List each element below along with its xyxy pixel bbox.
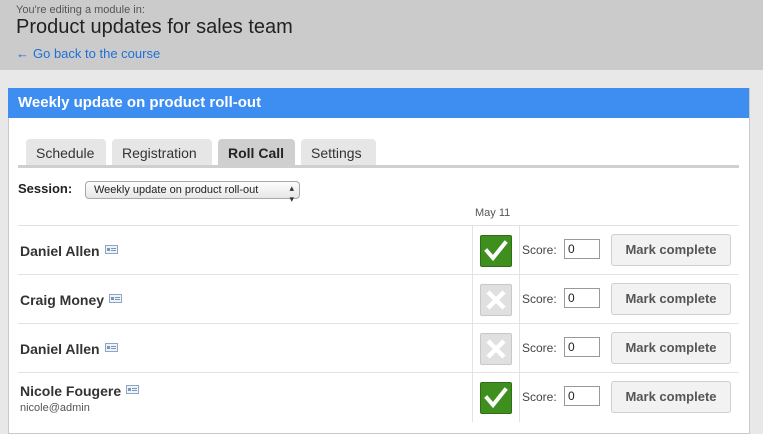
attendee-name: Craig Money <box>20 292 123 308</box>
attendee-name: Daniel Allen <box>20 341 118 357</box>
score-input[interactable] <box>564 239 600 259</box>
attendee-name-text: Craig Money <box>20 292 105 308</box>
attendee-row: Daniel Allen Score: Mark complete <box>18 323 739 373</box>
tab-divider <box>18 165 739 168</box>
session-select-value: Weekly update on product roll-out <box>94 184 259 196</box>
back-link-label: Go back to the course <box>33 46 161 61</box>
column-divider <box>519 373 520 422</box>
column-divider <box>472 373 473 422</box>
attendee-row: Daniel Allen Score: Mark complete <box>18 225 739 275</box>
contact-card-icon[interactable] <box>126 385 140 394</box>
tab-schedule[interactable]: Schedule <box>26 139 106 167</box>
mark-complete-button[interactable]: Mark complete <box>611 381 731 413</box>
mark-complete-button[interactable]: Mark complete <box>611 283 731 315</box>
attendee-name: Daniel Allen <box>20 243 118 259</box>
score-input[interactable] <box>564 337 600 357</box>
attendance-present-toggle[interactable] <box>480 382 512 414</box>
column-divider <box>519 324 520 373</box>
score-label: Score: <box>522 341 557 355</box>
editing-note: You're editing a module in: <box>16 4 145 16</box>
contact-card-icon[interactable] <box>109 294 123 303</box>
session-label: Session: <box>18 181 73 196</box>
date-column-header: May 11 <box>475 207 511 219</box>
top-bar: You're editing a module in: Product upda… <box>0 0 763 70</box>
score-label: Score: <box>522 390 557 404</box>
attendee-name-text: Nicole Fougere <box>20 383 122 399</box>
score-input[interactable] <box>564 386 600 406</box>
attendee-name-text: Daniel Allen <box>20 243 100 259</box>
attendee-row: Nicole Fougere nicole@admin Score: Mark com… <box>18 372 739 422</box>
contact-card-icon[interactable] <box>104 343 118 352</box>
attendee-row: Craig Money Score: Mark complete <box>18 274 739 324</box>
session-select[interactable]: Weekly update on product roll-out ▴ ▾ <box>85 181 300 204</box>
attendee-name-text: Daniel Allen <box>20 341 100 357</box>
attendee-name: Nicole Fougere <box>20 383 140 399</box>
score-label: Score: <box>522 292 557 306</box>
column-divider <box>472 324 473 373</box>
tab-roll-call[interactable]: Roll Call <box>218 139 295 167</box>
contact-card-icon[interactable] <box>104 245 118 254</box>
score-input[interactable] <box>564 288 600 308</box>
attendance-present-toggle[interactable] <box>480 235 512 267</box>
module-title: Product updates for sales team <box>16 16 293 38</box>
panel-title: Weekly update on product roll-out <box>8 88 749 118</box>
column-divider <box>472 275 473 324</box>
attendance-absent-toggle[interactable] <box>480 333 512 365</box>
mark-complete-button[interactable]: Mark complete <box>611 234 731 266</box>
back-arrow-icon: ← <box>16 46 29 61</box>
back-to-course-link[interactable]: ← Go back to the course <box>16 46 160 61</box>
mark-complete-button[interactable]: Mark complete <box>611 332 731 364</box>
tab-registration[interactable]: Registration <box>112 139 212 167</box>
attendance-absent-toggle[interactable] <box>480 284 512 316</box>
score-label: Score: <box>522 243 557 257</box>
attendee-email: nicole@admin <box>20 402 90 414</box>
column-divider <box>472 226 473 275</box>
column-divider <box>519 226 520 275</box>
select-arrows-icon: ▴ ▾ <box>289 183 294 204</box>
tab-settings[interactable]: Settings <box>301 139 376 167</box>
column-divider <box>519 275 520 324</box>
